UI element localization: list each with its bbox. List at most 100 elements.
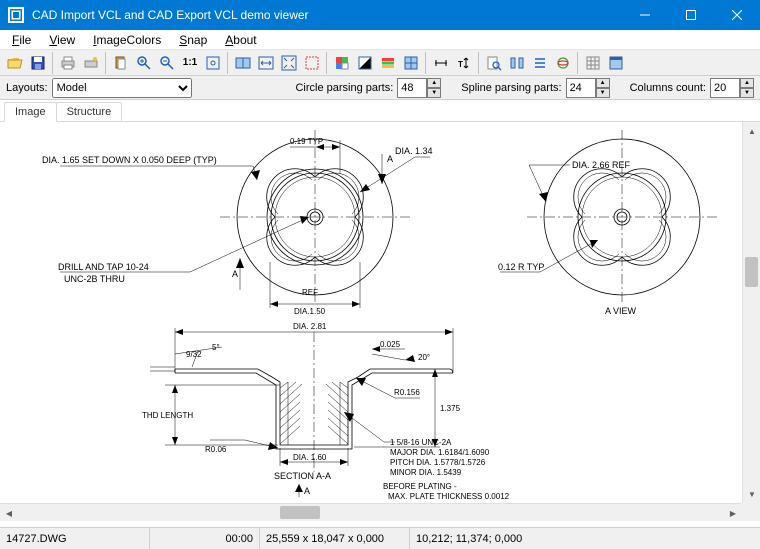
zoom-extents-button[interactable] xyxy=(202,52,224,74)
svg-text:5°: 5° xyxy=(212,343,220,352)
svg-text:A: A xyxy=(387,154,393,164)
fit-width-button[interactable] xyxy=(255,52,277,74)
svg-text:20°: 20° xyxy=(418,353,430,362)
minimize-button[interactable] xyxy=(622,0,668,30)
scrollbar-thumb[interactable] xyxy=(280,506,320,519)
scroll-left-icon[interactable]: ◀ xyxy=(0,504,18,522)
spin-down-icon[interactable]: ▼ xyxy=(596,88,610,98)
fit-all-button[interactable] xyxy=(278,52,300,74)
menu-imagecolors[interactable]: ImageColors xyxy=(87,31,167,49)
save-button[interactable] xyxy=(27,52,49,74)
spin-down-icon[interactable]: ▼ xyxy=(740,88,754,98)
layouts-label: Layouts: xyxy=(6,82,48,94)
statusbar: 14727.DWG 00:00 25,559 x 18,047 x 0,000 … xyxy=(0,527,760,549)
svg-text:DIA.1.50: DIA.1.50 xyxy=(294,307,326,316)
orbit-button[interactable] xyxy=(552,52,574,74)
svg-text:A VIEW: A VIEW xyxy=(605,306,637,316)
scroll-down-icon[interactable]: ▼ xyxy=(743,485,760,503)
settings-button[interactable] xyxy=(80,52,102,74)
canvas-area: 0.19 TYP A DIA. 1.34 DIA. 1.65 SET DOWN … xyxy=(0,122,760,521)
spin-up-icon[interactable]: ▲ xyxy=(427,78,441,88)
svg-text:PITCH DIA. 1.5778/1.5726: PITCH DIA. 1.5778/1.5726 xyxy=(390,458,486,467)
svg-text:0.12 R TYP: 0.12 R TYP xyxy=(498,262,544,272)
svg-text:T: T xyxy=(458,60,463,69)
menu-snap[interactable]: Snap xyxy=(173,31,213,49)
svg-text:R0.06: R0.06 xyxy=(205,445,227,454)
circle-parsing-spin[interactable]: ▲▼ xyxy=(397,78,441,98)
selection-button[interactable] xyxy=(301,52,323,74)
scrollbar-thumb[interactable] xyxy=(745,257,758,287)
dimension-button[interactable] xyxy=(430,52,452,74)
svg-text:DIA. 2.66 REF: DIA. 2.66 REF xyxy=(572,160,631,170)
blackwhite-button[interactable] xyxy=(354,52,376,74)
svg-text:1.375: 1.375 xyxy=(440,404,461,413)
menu-view[interactable]: View xyxy=(43,31,81,49)
tile-h-button[interactable] xyxy=(232,52,254,74)
open-button[interactable] xyxy=(4,52,26,74)
copy-clipboard-button[interactable] xyxy=(110,52,132,74)
menu-file[interactable]: File xyxy=(6,31,37,49)
svg-text:0.19 TYP: 0.19 TYP xyxy=(290,137,323,146)
svg-text:THD LENGTH: THD LENGTH xyxy=(142,411,193,420)
zoom-in-button[interactable] xyxy=(133,52,155,74)
columns-count-label: Columns count: xyxy=(630,82,706,94)
layers-button[interactable] xyxy=(377,52,399,74)
columns-count-input[interactable] xyxy=(710,78,740,98)
menu-about[interactable]: About xyxy=(219,31,262,49)
color-button[interactable] xyxy=(331,52,353,74)
print-button[interactable] xyxy=(57,52,79,74)
find-button[interactable] xyxy=(483,52,505,74)
svg-text:BEFORE PLATING -: BEFORE PLATING - xyxy=(383,482,457,491)
zoom-out-button[interactable] xyxy=(156,52,178,74)
svg-text:A: A xyxy=(304,486,310,496)
scroll-right-icon[interactable]: ▶ xyxy=(724,504,742,522)
grid-button[interactable] xyxy=(582,52,604,74)
spin-up-icon[interactable]: ▲ xyxy=(596,78,610,88)
zoom-11-button[interactable]: 1:1 xyxy=(179,52,201,74)
window-button[interactable] xyxy=(605,52,627,74)
maximize-button[interactable] xyxy=(668,0,714,30)
svg-text:DIA. 1.60: DIA. 1.60 xyxy=(293,453,327,462)
props-button[interactable] xyxy=(529,52,551,74)
svg-text:DIA. 1.65 SET DOWN X 0.050 DEE: DIA. 1.65 SET DOWN X 0.050 DEEP (TYP) xyxy=(42,155,217,165)
toolbar: 1:1 T xyxy=(0,50,760,76)
close-button[interactable] xyxy=(714,0,760,30)
window-title: CAD Import VCL and CAD Export VCL demo v… xyxy=(32,8,622,22)
status-time: 00:00 xyxy=(150,528,260,549)
svg-text:MAJOR DIA. 1.6184/1.6090: MAJOR DIA. 1.6184/1.6090 xyxy=(390,448,490,457)
scrollbar-corner xyxy=(742,503,760,521)
svg-text:REF: REF xyxy=(302,288,318,297)
tool-button-1[interactable] xyxy=(506,52,528,74)
svg-text:R0.156: R0.156 xyxy=(394,388,420,397)
spline-parsing-spin[interactable]: ▲▼ xyxy=(566,78,610,98)
status-dimensions: 25,559 x 18,047 x 0,000 xyxy=(260,528,410,549)
svg-text:DIA. 2.81: DIA. 2.81 xyxy=(293,322,327,331)
spin-down-icon[interactable]: ▼ xyxy=(427,88,441,98)
drawing-canvas[interactable]: 0.19 TYP A DIA. 1.34 DIA. 1.65 SET DOWN … xyxy=(0,122,738,503)
vertical-scrollbar[interactable]: ▲ ▼ xyxy=(742,122,760,503)
svg-text:DIA. 1.34: DIA. 1.34 xyxy=(395,146,433,156)
menubar: File View ImageColors Snap About xyxy=(0,30,760,50)
tab-structure[interactable]: Structure xyxy=(56,102,123,121)
svg-text:1 5/8-16 UNC-2A: 1 5/8-16 UNC-2A xyxy=(390,438,452,447)
spin-up-icon[interactable]: ▲ xyxy=(740,78,754,88)
params-bar: Layouts: Model Circle parsing parts: ▲▼ … xyxy=(0,76,760,100)
text-height-button[interactable]: T xyxy=(453,52,475,74)
tab-image[interactable]: Image xyxy=(4,102,57,122)
spline-parsing-label: Spline parsing parts: xyxy=(461,82,561,94)
circle-parsing-input[interactable] xyxy=(397,78,427,98)
tabstrip: Image Structure xyxy=(0,100,760,122)
scroll-up-icon[interactable]: ▲ xyxy=(743,122,760,140)
show-edges-button[interactable] xyxy=(400,52,422,74)
columns-count-spin[interactable]: ▲▼ xyxy=(710,78,754,98)
titlebar: CAD Import VCL and CAD Export VCL demo v… xyxy=(0,0,760,30)
status-filename: 14727.DWG xyxy=(0,528,150,549)
svg-text:SECTION A-A: SECTION A-A xyxy=(274,471,331,481)
circle-parsing-label: Circle parsing parts: xyxy=(295,82,393,94)
svg-text:0.025: 0.025 xyxy=(380,340,401,349)
spline-parsing-input[interactable] xyxy=(566,78,596,98)
horizontal-scrollbar[interactable]: ◀ ▶ xyxy=(0,503,742,521)
layouts-select[interactable]: Model xyxy=(52,78,192,98)
svg-text:MINOR DIA. 1.5439: MINOR DIA. 1.5439 xyxy=(390,468,462,477)
svg-text:A: A xyxy=(232,269,238,279)
